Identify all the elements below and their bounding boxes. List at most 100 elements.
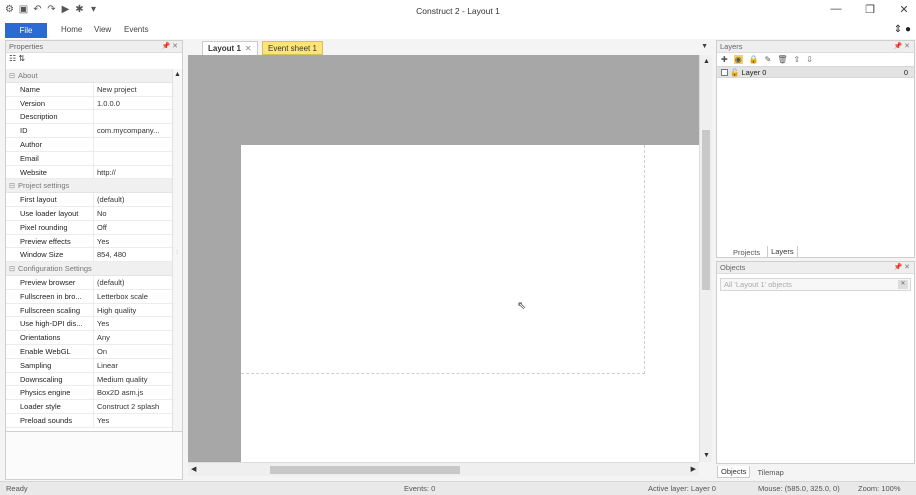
canvas-hscrollbar[interactable]: ◀ ▶ [188, 462, 699, 476]
property-row[interactable]: Orientations Any [6, 331, 173, 345]
property-row[interactable]: Version 1.0.0.0 [6, 96, 173, 111]
property-row[interactable]: Use high-DPI dis... Yes [6, 317, 173, 332]
tab-events[interactable]: Events [124, 25, 148, 34]
tab-view[interactable]: View [94, 25, 111, 34]
layer-name: Layer 0 [741, 68, 767, 77]
tab-tilemap[interactable]: Tilemap [753, 466, 787, 478]
tab-projects[interactable]: Projects [729, 246, 764, 258]
layer-row[interactable]: 🔓 Layer 0 0 [717, 66, 914, 78]
property-row[interactable]: Fullscreen in bro... Letterbox scale [6, 289, 173, 304]
property-row[interactable]: Enable WebGL On [6, 344, 173, 359]
layers-panel-tabs: Projects Layers [729, 246, 798, 258]
property-grid: ⊟ About Name New project Version 1.0.0.0 De… [6, 69, 173, 428]
tab-home[interactable]: Home [61, 25, 82, 34]
title-bar: ⚙ ▣ ↶ ↷ ▶ ✱ ▾ Construct 2 - Layout 1 — ❐… [0, 0, 916, 22]
property-row[interactable]: First layout (default) [6, 193, 173, 207]
window-bounds [241, 145, 645, 374]
tab-list-icon[interactable]: ▼ [701, 43, 708, 50]
grip-icon: ⁝ [176, 250, 178, 256]
property-row[interactable]: Author [6, 137, 173, 152]
pin-close-icon[interactable]: 📌 ✕ [893, 263, 910, 271]
canvas-vscrollbar[interactable]: ▲ ▼ [699, 55, 712, 462]
tab-objects[interactable]: Objects [717, 466, 751, 478]
property-row[interactable]: Preview browser (default) [6, 275, 173, 290]
minimize-icon[interactable]: — [830, 3, 842, 16]
layers-title: Layers [720, 42, 743, 51]
add-layer-icon[interactable]: ✚ [721, 55, 728, 64]
property-row[interactable]: ID com.mycompany... [6, 124, 173, 138]
properties-scrollbar[interactable]: ▲ ⁝ ▼ [172, 69, 182, 469]
property-row[interactable]: Physics engine Box2D asm.js [6, 386, 173, 401]
section-configuration-settings[interactable]: ⊟ Configuration Settings [6, 262, 173, 276]
property-row[interactable]: Description [6, 110, 173, 125]
objects-header: Objects 📌 ✕ [717, 262, 914, 274]
pin-close-icon[interactable]: 📌 ✕ [893, 42, 910, 50]
property-row[interactable]: Name New project [6, 82, 173, 97]
tab-event-sheet-1[interactable]: Event sheet 1 [262, 41, 323, 55]
move-up-icon[interactable]: ⇧ [794, 55, 801, 64]
status-active-layer: Active layer: Layer 0 [648, 484, 716, 493]
close-icon[interactable]: ✕ [245, 44, 252, 53]
scroll-left-icon[interactable]: ◀ [191, 465, 196, 473]
layers-header: Layers 📌 ✕ [717, 41, 914, 53]
layer-index: 0 [903, 68, 908, 77]
scroll-up-icon[interactable]: ▲ [174, 71, 181, 78]
tab-layers[interactable]: Layers [767, 246, 798, 258]
property-row[interactable]: Email [6, 151, 173, 166]
categorize-icon[interactable]: ☷ [9, 54, 16, 63]
close-icon[interactable]: ✕ [898, 3, 910, 16]
property-row[interactable]: Fullscreen scaling High quality [6, 303, 173, 318]
objects-panel-tabs: Objects Tilemap [717, 466, 788, 478]
property-row[interactable]: Preload sounds Yes [6, 413, 173, 428]
property-row[interactable]: Loader style Construct 2 splash [6, 400, 173, 414]
help-icon[interactable]: ⇕ ● [894, 24, 911, 35]
properties-header: Properties 📌 ✕ [6, 41, 182, 53]
eye-icon[interactable]: ◉ [733, 55, 743, 64]
pin-close-icon[interactable]: 📌 ✕ [161, 42, 178, 50]
delete-icon[interactable]: 🗑 [777, 55, 787, 64]
status-events: Events: 0 [404, 484, 436, 493]
scroll-thumb[interactable] [270, 466, 460, 474]
objects-filter-input[interactable]: All 'Layout 1' objects ✕ [720, 278, 911, 291]
move-down-icon[interactable]: ⇩ [806, 55, 813, 64]
file-tab[interactable]: File [5, 23, 47, 38]
property-row[interactable]: Website http:// [6, 165, 173, 180]
section-about[interactable]: ⊟ About [6, 69, 173, 83]
property-row[interactable]: Sampling Linear [6, 358, 173, 373]
layout-area[interactable] [241, 145, 699, 462]
properties-panel: Properties 📌 ✕ ☷ ⇅ ⊟ About Name New projec… [5, 40, 183, 480]
window-title: Construct 2 - Layout 1 [416, 6, 500, 16]
layers-panel: Layers 📌 ✕ ✚ ◉ 🔒 ✎ 🗑 ⇧ ⇩ 🔓 Layer 0 0 [716, 40, 915, 258]
restore-icon[interactable]: ❐ [864, 3, 876, 16]
layers-toolbar: ✚ ◉ 🔒 ✎ 🗑 ⇧ ⇩ [717, 53, 914, 66]
property-row[interactable]: Use loader layout No [6, 206, 173, 221]
sort-az-icon[interactable]: ⇅ [18, 54, 25, 63]
property-row[interactable]: Pixel rounding Off [6, 220, 173, 235]
property-description [6, 431, 182, 479]
layout-canvas[interactable] [188, 55, 699, 462]
lock-icon[interactable]: 🔓 [730, 68, 739, 77]
edit-icon[interactable]: ✎ [765, 55, 772, 64]
scroll-up-icon[interactable]: ▲ [703, 58, 710, 65]
scroll-down-icon[interactable]: ▼ [703, 452, 710, 459]
scroll-right-icon[interactable]: ▶ [691, 465, 696, 473]
property-row[interactable]: Window Size 854, 480 [6, 248, 173, 263]
visibility-checkbox[interactable] [721, 69, 728, 76]
scroll-thumb[interactable] [702, 130, 710, 290]
lock-icon[interactable]: 🔒 [749, 55, 759, 64]
document-tabs: Layout 1 ✕ Event sheet 1 ▼ [188, 40, 712, 55]
tab-layout-1[interactable]: Layout 1 ✕ [202, 41, 258, 55]
property-row[interactable]: Preview effects Yes [6, 234, 173, 249]
status-mouse: Mouse: (585.0, 325.0, 0) [758, 484, 840, 493]
ribbon: File Home View Events ⇕ ● [0, 22, 916, 39]
objects-panel: Objects 📌 ✕ All 'Layout 1' objects ✕ [716, 261, 915, 464]
properties-title: Properties [9, 42, 44, 51]
status-zoom: Zoom: 100% [858, 484, 901, 493]
mouse-cursor-icon: ⇖ [517, 300, 527, 312]
clear-filter-icon[interactable]: ✕ [898, 280, 908, 289]
objects-title: Objects [720, 263, 746, 272]
property-row[interactable]: Downscaling Medium quality [6, 372, 173, 387]
properties-toolbar: ☷ ⇅ [6, 53, 182, 65]
section-project-settings[interactable]: ⊟ Project settings [6, 179, 173, 194]
status-ready: Ready [6, 484, 28, 493]
